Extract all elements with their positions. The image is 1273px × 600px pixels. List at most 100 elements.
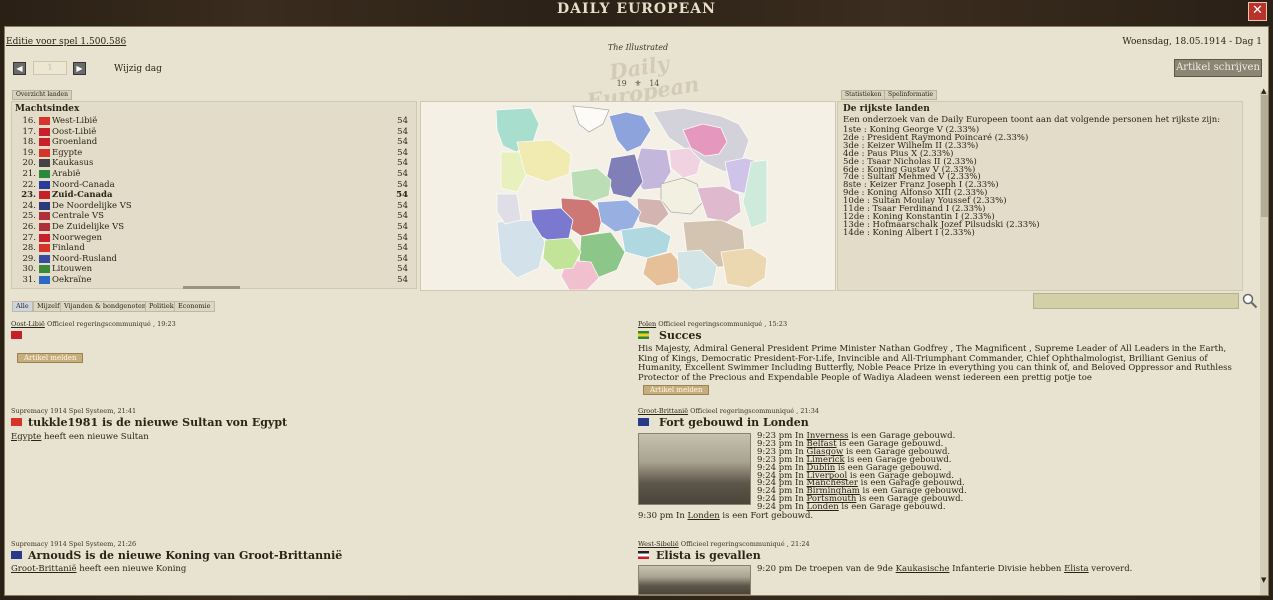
vertical-scroll-thumb[interactable] xyxy=(1261,95,1268,217)
power-index-row[interactable]: 30. Litouwen 54 xyxy=(12,264,408,275)
power-index-row[interactable]: 19. Egypte 54 xyxy=(12,148,408,159)
power-index-list: 16. West-Libië 54 17. Oost-Libië 54 18. Groenla… xyxy=(12,116,416,288)
power-index-row[interactable]: 21. Arabië 54 xyxy=(12,169,408,180)
search-icon[interactable] xyxy=(1242,293,1258,309)
europe-map[interactable] xyxy=(420,101,836,291)
power-value: 54 xyxy=(397,232,408,243)
city-link[interactable]: Elista xyxy=(1064,564,1089,574)
window-frame: DAILY EUROPEAN ✕ Editie voor spel 1.500.… xyxy=(0,0,1273,600)
richest-panel: De rijkste landen Een onderzoek van de D… xyxy=(837,101,1243,291)
article-meta-text: Officieel regeringscommuniqué , 15:23 xyxy=(656,320,788,328)
rank: 26. xyxy=(22,222,36,232)
article-text: veroverd. xyxy=(1088,564,1133,574)
masthead-year: 19 ⚜ 14 xyxy=(609,79,667,88)
edition-link[interactable]: Editie voor spel 1.500.586 xyxy=(6,37,126,47)
search-input[interactable] xyxy=(1033,293,1239,309)
article-text: is een Fort gebouwd. xyxy=(719,511,814,521)
power-value: 54 xyxy=(397,169,408,179)
flag-icon xyxy=(39,148,50,157)
power-index-title: Machtsindex xyxy=(15,104,80,114)
power-index-row[interactable]: 25. Centrale VS 54 xyxy=(12,211,408,222)
country-name: Oekraïne xyxy=(52,275,92,285)
article-country-link[interactable]: Groot-Brittanië xyxy=(638,407,688,415)
power-index-row[interactable]: 26. De Zuidelijke VS 54 xyxy=(12,222,408,233)
richest-title: De rijkste landen xyxy=(843,104,930,114)
power-index-row[interactable]: 17. Oost-Libië 54 xyxy=(12,127,408,138)
close-button[interactable]: ✕ xyxy=(1248,2,1267,21)
report-article-button[interactable]: Artikel melden xyxy=(17,353,84,363)
article-text: 9:30 pm In xyxy=(638,511,688,521)
power-index-row[interactable]: 27. Noorwegen 54 xyxy=(12,233,408,244)
scroll-up-icon[interactable]: ▲ xyxy=(1261,87,1266,95)
flag-icon xyxy=(39,276,50,284)
power-value: 54 xyxy=(397,222,408,232)
power-index-row[interactable]: 29. Noord-Rusland 54 xyxy=(12,254,408,265)
country-link[interactable]: Egypte xyxy=(11,432,41,442)
article-meta-text: Officieel regeringscommuniqué , 21:34 xyxy=(688,407,820,415)
country-link[interactable]: Groot-Brittanië xyxy=(11,564,77,574)
richest-list: 1ste : Koning George V (2.33%) 2de : Pres… xyxy=(838,125,1238,266)
masthead-year-right: 14 xyxy=(649,79,660,88)
article-headline: tukkle1981 is de nieuwe Sultan von Egypt xyxy=(28,416,288,429)
rank: 25. xyxy=(22,211,36,222)
write-article-button[interactable]: Artikel schrijven xyxy=(1174,59,1262,77)
horizontal-scroll-thumb[interactable] xyxy=(183,286,240,289)
power-index-row[interactable]: 23. Zuid-Canada 54 xyxy=(12,190,408,201)
article-meta: Groot-Brittanië Officieel regeringscommu… xyxy=(638,407,819,415)
article-country-link[interactable]: West-Sibelië xyxy=(638,540,679,548)
article-headline: Succes xyxy=(659,329,702,342)
flag-icon xyxy=(39,138,50,147)
flag-icon xyxy=(39,159,50,168)
next-day-button[interactable]: ▶ xyxy=(73,62,86,75)
arrow-right-icon: ▶ xyxy=(76,64,83,73)
article-text: 9:20 pm De troepen van de 9de xyxy=(757,564,896,574)
power-index-row[interactable]: 24. De Noordelijke VS 54 xyxy=(12,201,408,212)
city-link[interactable]: Londen xyxy=(688,511,720,521)
power-value: 54 xyxy=(396,190,408,201)
power-index-row[interactable]: 16. West-Libië 54 xyxy=(12,116,408,127)
scroll-down-icon[interactable]: ▼ xyxy=(1261,576,1266,584)
flag-icon xyxy=(39,127,50,136)
masthead-year-left: 19 xyxy=(616,79,627,88)
power-index-row[interactable]: 28. Finland 54 xyxy=(12,243,408,254)
filter-economy[interactable]: Economie xyxy=(174,301,215,312)
country-name: West-Libië xyxy=(52,116,98,126)
power-index-row[interactable]: 31. Oekraïne 54 xyxy=(12,275,408,286)
filter-all[interactable]: Alle xyxy=(12,301,33,312)
power-index-row[interactable]: 20. Kaukasus 54 xyxy=(12,158,408,169)
article-country-link[interactable]: Oost-Libië xyxy=(11,320,45,328)
filter-enemies-allies[interactable]: Vijanden & bondgenoten xyxy=(60,301,151,312)
power-index-row[interactable]: 22. Noord-Canada 54 xyxy=(12,180,408,191)
rank: 23. xyxy=(21,190,36,201)
flag-icon xyxy=(39,201,50,210)
power-value: 54 xyxy=(397,147,408,158)
country-name: Kaukasus xyxy=(52,158,94,169)
article-country-link[interactable]: Polen xyxy=(638,320,656,328)
country-name: De Noordelijke VS xyxy=(52,200,132,211)
rank: 20. xyxy=(22,158,36,169)
flag-icon xyxy=(39,244,50,253)
rank: 16. xyxy=(22,116,36,126)
power-value: 54 xyxy=(397,137,408,148)
power-index-panel: Machtsindex 16. West-Libië 54 17. Oost-Libië… xyxy=(11,101,417,289)
flag-icon xyxy=(638,551,649,559)
country-name: Noord-Rusland xyxy=(52,253,117,264)
tab-country-overview[interactable]: Overzicht landen xyxy=(12,90,72,100)
article-body: His Majesty, Admiral General President P… xyxy=(638,344,1232,383)
prev-day-button[interactable]: ◀ xyxy=(13,62,26,75)
filter-politics[interactable]: Politiek xyxy=(145,301,178,312)
power-index-row[interactable]: 18. Groenland 54 xyxy=(12,137,408,148)
filter-myself[interactable]: Mijzelf xyxy=(33,301,64,312)
flag-icon xyxy=(11,331,22,339)
flag-icon xyxy=(39,223,50,231)
region-link[interactable]: Kaukasische xyxy=(896,564,950,574)
rank: 24. xyxy=(22,200,36,211)
change-day-label: Wijzig dag xyxy=(114,64,162,74)
power-value: 54 xyxy=(397,243,408,254)
day-input[interactable]: 1 xyxy=(33,61,67,75)
rank: 19. xyxy=(22,147,36,158)
rank: 29. xyxy=(22,253,36,264)
report-article-button[interactable]: Artikel melden xyxy=(643,385,710,395)
tab-game-info[interactable]: Spelinformatie xyxy=(884,90,938,100)
tab-statistics[interactable]: Statistieken xyxy=(841,90,886,100)
